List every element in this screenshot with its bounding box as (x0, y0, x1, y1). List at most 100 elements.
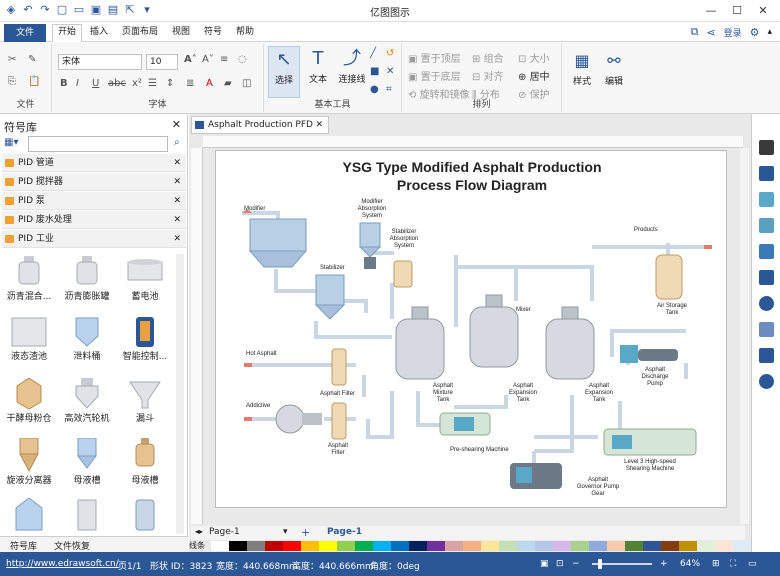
color-swatch[interactable] (553, 541, 571, 551)
crop-tool-icon[interactable]: ⌗ (386, 84, 392, 95)
page-view-icon[interactable]: ▣ (540, 559, 549, 569)
login-link[interactable]: 登录 (724, 26, 742, 39)
close-tab-icon[interactable]: ✕ (315, 117, 323, 133)
layers-icon[interactable] (759, 244, 774, 259)
close-icon[interactable]: ✕ (173, 211, 181, 229)
presentation-icon[interactable]: ▭ (748, 559, 757, 569)
connector-tool-button[interactable]: ⤴ 连接线 (336, 46, 368, 98)
symbol-funnel[interactable]: 漏斗 (116, 376, 174, 428)
color-swatch[interactable] (247, 541, 265, 551)
tab-help[interactable]: 帮助 (236, 25, 254, 39)
line-spacing-icon[interactable]: ⇕ (166, 78, 174, 89)
shrink-font-icon[interactable]: A˅ (202, 54, 214, 65)
color-swatch[interactable] (625, 541, 643, 551)
page-select[interactable]: Page-1 (209, 527, 240, 537)
search-icon[interactable]: ⌕ (174, 137, 180, 148)
library-menu-icon[interactable]: ▦▾ (4, 137, 18, 148)
tab-symbols[interactable]: 符号 (204, 25, 222, 39)
text-tool-button[interactable]: T 文本 (302, 46, 334, 98)
color-swatch[interactable] (445, 541, 463, 551)
color-swatch[interactable] (391, 541, 409, 551)
connection-point-icon[interactable]: ✕ (386, 66, 394, 77)
italic-icon[interactable]: I (76, 78, 79, 89)
paragraph-align-icon[interactable]: ≣ (186, 78, 194, 89)
font-name-select[interactable]: 宋体 (58, 54, 142, 70)
page-dropdown-icon[interactable]: ▾ (283, 527, 288, 537)
library-category-pid-industry[interactable]: PID 工业 ✕ (2, 230, 186, 248)
share-icon[interactable]: ⋖ (706, 26, 715, 39)
fill-bucket-icon[interactable] (759, 140, 774, 155)
file-menu-button[interactable]: 文件 (4, 24, 46, 42)
tab-file-recovery[interactable]: 文件恢复 (54, 539, 90, 552)
drawing-page[interactable]: YSG Type Modified Asphalt Production Pro… (215, 150, 727, 508)
tab-symbol-library[interactable]: 符号库 (10, 539, 37, 552)
color-swatch[interactable] (571, 541, 589, 551)
color-swatch[interactable] (319, 541, 337, 551)
color-swatch[interactable] (607, 541, 625, 551)
color-swatch[interactable] (337, 541, 355, 551)
bold-icon[interactable]: B (60, 78, 68, 89)
color-swatch[interactable] (589, 541, 607, 551)
symbol-smart-controller[interactable]: 智能控制... (116, 314, 174, 366)
color-swatch[interactable] (283, 541, 301, 551)
color-swatch[interactable] (661, 541, 679, 551)
size-button[interactable]: ⊡ 大小 (518, 50, 550, 65)
page-properties-icon[interactable] (759, 270, 774, 285)
bring-to-front-button[interactable]: ▣ 置于顶层 (408, 50, 461, 65)
fullscreen-icon[interactable]: ⛶ (730, 559, 736, 569)
color-swatch[interactable] (715, 541, 733, 551)
paste-icon[interactable]: 📋 (28, 76, 40, 87)
tab-home[interactable]: 开始 (52, 24, 83, 43)
page-tab-1[interactable]: Page-1 (327, 527, 362, 537)
superscript-icon[interactable]: x² (132, 78, 142, 89)
symbol-asphalt-expansion-tank[interactable]: 沥青膨胀罐 (58, 254, 116, 306)
symbol-steam-turbine[interactable]: 高效汽轮机 (58, 376, 116, 428)
close-icon[interactable]: ✕ (173, 173, 181, 191)
close-icon[interactable]: ✕ (750, 2, 776, 20)
font-color-icon[interactable]: A (206, 78, 213, 89)
symbol-mother-liquor-tank-1[interactable]: 母液槽 (58, 436, 116, 488)
tab-page-layout[interactable]: 页面布局 (122, 25, 158, 39)
bullet-list-icon[interactable]: ☰ (148, 78, 157, 89)
color-swatch[interactable] (211, 541, 229, 551)
arc-tool-icon[interactable]: ↺ (386, 48, 394, 59)
color-swatch[interactable] (535, 541, 553, 551)
comment-icon[interactable] (759, 348, 774, 363)
symbol-hydrocyclone[interactable]: 旋液分离器 (0, 436, 58, 488)
color-swatch[interactable] (301, 541, 319, 551)
zoom-slider[interactable] (592, 559, 652, 569)
color-swatch[interactable] (355, 541, 373, 551)
group-button[interactable]: ⊞ 组合 (472, 50, 504, 65)
ellipse-tool-icon[interactable]: ● (370, 84, 379, 95)
symbol-mother-liquor-tank-2[interactable]: 母液槽 (116, 436, 174, 488)
image-icon[interactable] (759, 218, 774, 233)
canvas-vertical-scrollbar[interactable] (740, 148, 749, 524)
ribbon-collapse-icon[interactable]: ▴ (767, 27, 772, 37)
color-swatch[interactable] (697, 541, 715, 551)
text-align-icon[interactable]: ≡ (220, 54, 228, 65)
select-tool-button[interactable]: ↖ 选择 (268, 46, 300, 98)
symbol-battery-pool[interactable]: 蓄电池 (116, 254, 174, 306)
color-swatch[interactable] (373, 541, 391, 551)
color-swatch[interactable] (679, 541, 697, 551)
library-category-pid-wastewater[interactable]: PID 废水处理 ✕ (2, 211, 186, 229)
copy-icon[interactable]: ⎘ (8, 76, 16, 87)
color-swatch[interactable] (427, 541, 445, 551)
fit-window-icon[interactable]: ⊞ (712, 559, 720, 569)
document-tab[interactable]: Asphalt Production PFD ✕ (191, 116, 329, 134)
close-icon[interactable]: ✕ (173, 154, 181, 172)
symbol-dry-yeast-silo[interactable]: 干酵母粉仓 (0, 376, 58, 428)
tab-insert[interactable]: 插入 (90, 25, 108, 39)
color-swatch[interactable] (643, 541, 661, 551)
rectangle-tool-icon[interactable]: ■ (370, 66, 379, 77)
add-page-icon[interactable]: + (301, 526, 310, 539)
help-icon[interactable] (759, 374, 774, 389)
send-to-back-button[interactable]: ▣ 置于底层 (408, 68, 461, 83)
strikethrough-icon[interactable]: abc (108, 78, 126, 89)
color-swatch[interactable] (409, 541, 427, 551)
cut-icon[interactable]: ✂ (8, 54, 16, 65)
maximize-icon[interactable]: ☐ (724, 2, 750, 20)
symbol-liquid-slag-pool[interactable]: 液态渣池 (0, 314, 58, 366)
library-category-pid-agitators[interactable]: PID 搅拌器 ✕ (2, 173, 186, 191)
library-scrollbar[interactable] (176, 254, 184, 534)
